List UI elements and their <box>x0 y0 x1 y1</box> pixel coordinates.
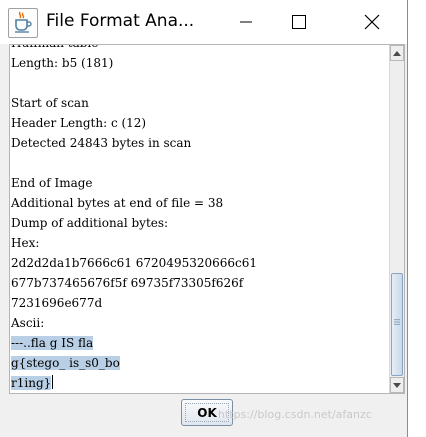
ok-button-label: OK <box>197 405 217 420</box>
text-line-content: Header Length: c (12) <box>11 116 147 130</box>
close-icon <box>364 14 380 30</box>
text-line-content: Huffman table <box>11 45 98 50</box>
minimize-button[interactable] <box>223 0 269 44</box>
scroll-down-button[interactable] <box>390 377 404 393</box>
text-line: End of Image <box>11 173 257 193</box>
maximize-button[interactable] <box>276 0 322 44</box>
grip-icon <box>394 319 400 325</box>
output-scroll-pane: Huffman table Length: b5 (181) Start of sc… <box>9 44 405 394</box>
text-line: Ascii: <box>11 313 257 333</box>
text-line: Detected 24843 bytes in scan <box>11 133 257 153</box>
arrow-down-icon <box>393 382 401 388</box>
text-line <box>11 73 257 93</box>
text-line: r1ing} <box>11 373 257 393</box>
text-line-content: 677b737465676f5f 69735f73305f626f <box>11 276 244 290</box>
text-line-content: End of Image <box>11 176 93 190</box>
text-line: g{stego_ is_s0_bo <box>11 353 257 373</box>
window-title: File Format Ana... <box>46 11 195 31</box>
text-line <box>11 153 257 173</box>
text-line-content: Hex: <box>11 236 40 250</box>
text-line-content: 2d2d2da1b7666c61 6720495320666c61 <box>11 256 258 270</box>
maximize-icon <box>292 15 306 29</box>
scroll-up-button[interactable] <box>390 45 404 61</box>
text-caret <box>52 375 54 389</box>
text-line-content: g{stego_ is_s0_bo <box>11 356 120 370</box>
text-line-content: 7231696e677d <box>11 296 103 310</box>
text-line-content: Detected 24843 bytes in scan <box>11 136 192 150</box>
title-bar[interactable]: File Format Ana... <box>0 0 407 44</box>
text-line: Start of scan <box>11 93 257 113</box>
text-line: Hex: <box>11 233 257 253</box>
minimize-icon <box>240 21 252 23</box>
text-line: Huffman table <box>11 45 257 53</box>
output-text-area[interactable]: Huffman table Length: b5 (181) Start of sc… <box>10 45 389 393</box>
text-line-content: Dump of additional bytes: <box>11 216 169 230</box>
dialog-window: File Format Ana... Huffman table Length: … <box>0 0 408 437</box>
java-cup-icon <box>8 8 38 38</box>
text-line: Additional bytes at end of file = 38 <box>11 193 257 213</box>
scroll-thumb[interactable] <box>391 273 403 376</box>
text-line-content: Additional bytes at end of file = 38 <box>11 196 224 210</box>
text-line-content: Length: b5 (181) <box>11 56 114 70</box>
close-button[interactable] <box>349 0 395 44</box>
text-line-content: Ascii: <box>11 316 45 330</box>
text-line: 2d2d2da1b7666c61 6720495320666c61 <box>11 253 257 273</box>
background-area <box>408 0 426 437</box>
text-line: Length: b5 (181) <box>11 53 257 73</box>
text-line: 677b737465676f5f 69735f73305f626f <box>11 273 257 293</box>
vertical-scrollbar[interactable] <box>389 45 404 393</box>
text-line: 7231696e677d <box>11 293 257 313</box>
text-line-content: ---..fla g IS fla <box>11 336 94 350</box>
text-line-content: Start of scan <box>11 96 89 110</box>
arrow-up-icon <box>393 50 401 56</box>
text-line: Dump of additional bytes: <box>11 213 257 233</box>
text-line: ---..fla g IS fla <box>11 333 257 353</box>
text-line-content: r1ing} <box>11 376 52 390</box>
text-line: Header Length: c (12) <box>11 113 257 133</box>
output-text: Huffman table Length: b5 (181) Start of sc… <box>11 45 257 393</box>
watermark: https://blog.csdn.net/afanzc <box>218 408 372 421</box>
